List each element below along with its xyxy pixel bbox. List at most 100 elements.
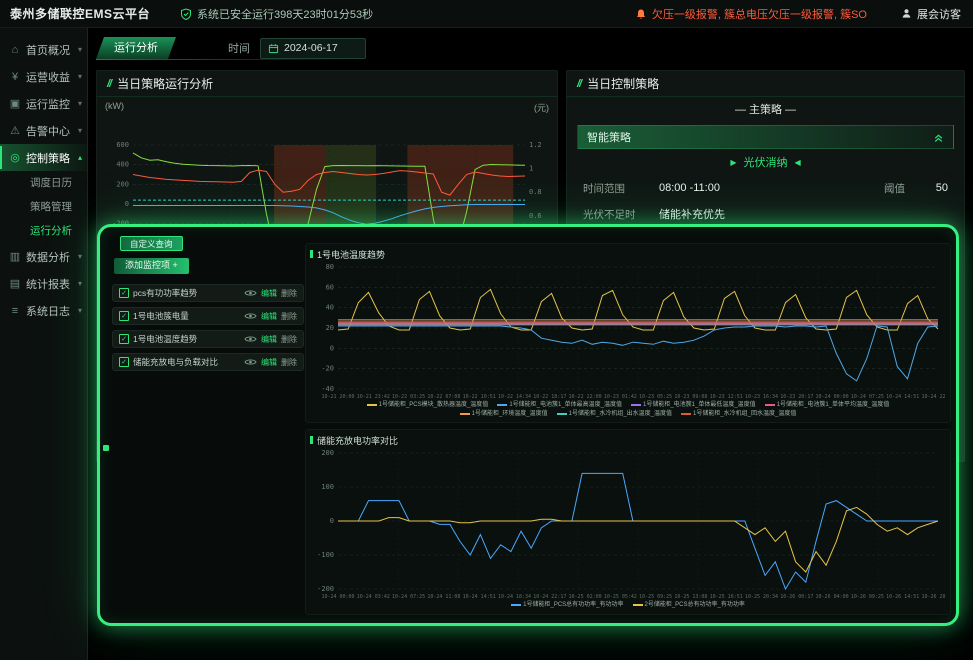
svg-text:10-24 11:08: 10-24 11:08 bbox=[427, 594, 460, 600]
data-icon: ▥ bbox=[9, 250, 21, 263]
svg-text:10-24 14:51: 10-24 14:51 bbox=[463, 594, 496, 600]
temperature-chart-card: 1号电池温度趋势 806040200-20-4010-21 20:0010-21… bbox=[305, 243, 951, 423]
check-icon[interactable]: ✓ bbox=[119, 357, 129, 367]
svg-text:200: 200 bbox=[116, 180, 129, 188]
chart-legend: 1号储能柜_PCS模块_散热器温度_温度值 1号储能柜_电池簇1_单体最高温度_温… bbox=[363, 401, 893, 418]
legend-item[interactable]: 1号储能柜_电池簇1_单体最低温度_温度值 bbox=[631, 401, 756, 409]
sidebar-item-revenue[interactable]: ¥ 运营收益 ▾ bbox=[0, 63, 87, 90]
chart-title-text: 1号电池温度趋势 bbox=[317, 248, 385, 261]
row-label2: 阈值 bbox=[884, 181, 922, 196]
delete-link[interactable]: 删除 bbox=[281, 357, 297, 368]
eye-icon[interactable] bbox=[244, 335, 257, 343]
delete-link[interactable]: 删除 bbox=[281, 311, 297, 322]
legend-marker bbox=[460, 413, 470, 415]
add-monitor-button[interactable]: 添加监控项 + bbox=[114, 258, 189, 274]
svg-text:10-26 14:51: 10-26 14:51 bbox=[886, 594, 919, 600]
edit-link[interactable]: 编辑 bbox=[261, 334, 277, 345]
svg-text:10-23 12:51: 10-23 12:51 bbox=[710, 394, 743, 400]
svg-text:20: 20 bbox=[326, 324, 334, 332]
legend-item[interactable]: 1号储能柜_水冷机组_出水温度_温度值 bbox=[557, 410, 672, 418]
sidebar-subitem-run-analysis[interactable]: 运行分析 bbox=[0, 219, 87, 243]
monitor-item-row[interactable]: ✓ pcs有功功率趋势 编辑 删除 bbox=[112, 284, 304, 302]
legend-marker bbox=[511, 604, 521, 606]
custom-query-dialog: 自定义查询 添加监控项 + ✓ pcs有功功率趋势 编辑 删除 ✓ 1号电池簇电… bbox=[97, 224, 959, 626]
sidebar-item-label: 首页概况 bbox=[26, 42, 70, 58]
row-label: 时间范围 bbox=[583, 181, 659, 196]
legend-item[interactable]: 1号储能柜_电池簇1_单体平均温度_温度值 bbox=[765, 401, 890, 409]
eye-icon[interactable] bbox=[244, 289, 257, 297]
strategy-mode: ▶ 光伏消纳 ◀ bbox=[567, 149, 964, 175]
delete-link[interactable]: 删除 bbox=[281, 334, 297, 345]
panel-title: 当日控制策略 bbox=[587, 75, 659, 92]
strategy-mode-label: 光伏消纳 bbox=[744, 154, 788, 170]
eye-icon[interactable] bbox=[244, 358, 257, 366]
legend-marker bbox=[633, 604, 643, 606]
smart-strategy-header[interactable]: 智能策略 bbox=[577, 125, 954, 149]
check-icon[interactable]: ✓ bbox=[119, 334, 129, 344]
sidebar-item-data-analysis[interactable]: ▥ 数据分析 ▾ bbox=[0, 243, 87, 270]
svg-text:40: 40 bbox=[326, 304, 334, 312]
sidebar-item-reports[interactable]: ▤ 统计报表 ▾ bbox=[0, 270, 87, 297]
svg-text:10-25 05:42: 10-25 05:42 bbox=[604, 594, 637, 600]
check-icon[interactable]: ✓ bbox=[119, 311, 129, 321]
sidebar-item-home[interactable]: ⌂ 首页概况 ▾ bbox=[0, 36, 87, 63]
sidebar-item-monitoring[interactable]: ▣ 运行监控 ▾ bbox=[0, 90, 87, 117]
edit-link[interactable]: 编辑 bbox=[261, 311, 277, 322]
legend-item[interactable]: 1号储能柜_PCS模块_散热器温度_温度值 bbox=[367, 401, 489, 409]
tab-run-analysis[interactable]: 运行分析 bbox=[96, 37, 176, 59]
sidebar-item-label: 告警中心 bbox=[26, 123, 70, 139]
legend-marker bbox=[497, 404, 507, 406]
sidebar-subitem-dispatch-calendar[interactable]: 调度日历 bbox=[0, 171, 87, 195]
user-menu[interactable]: 展会访客 bbox=[901, 6, 961, 22]
app-title: 泰州多储联控EMS云平台 bbox=[10, 5, 150, 22]
sidebar-item-system-log[interactable]: ≡ 系统日志 ▾ bbox=[0, 297, 87, 324]
svg-text:10-24 18:34: 10-24 18:34 bbox=[498, 594, 531, 600]
svg-text:10-22 22:00: 10-22 22:00 bbox=[569, 394, 602, 400]
svg-text:10-26 09:25: 10-26 09:25 bbox=[851, 594, 884, 600]
legend-item[interactable]: 1号储能柜_电池簇1_单体最高温度_温度值 bbox=[497, 401, 622, 409]
control-strategy-submenu: 调度日历 策略管理 运行分析 bbox=[0, 171, 87, 243]
legend-item[interactable]: 1号储能柜_PCS总有功功率_有功功率 bbox=[511, 601, 623, 609]
alarm-ticker[interactable]: 欠压一级报警, 簇总电压欠压一级报警, 簇SO bbox=[635, 6, 867, 22]
custom-query-button[interactable]: 自定义查询 bbox=[120, 236, 183, 251]
edit-link[interactable]: 编辑 bbox=[261, 288, 277, 299]
svg-text:0: 0 bbox=[330, 344, 334, 352]
legend-marker bbox=[681, 413, 691, 415]
svg-text:400: 400 bbox=[116, 161, 129, 169]
user-label: 展会访客 bbox=[917, 6, 961, 22]
sidebar-subitem-strategy-management[interactable]: 策略管理 bbox=[0, 195, 87, 219]
shield-icon bbox=[180, 8, 192, 20]
check-icon[interactable]: ✓ bbox=[119, 288, 129, 298]
sidebar-item-control-strategy[interactable]: ◎ 控制策略 ▴ bbox=[0, 144, 87, 171]
svg-text:10-24 22:28: 10-24 22:28 bbox=[921, 394, 946, 400]
power-comparison-chart: 2001000-100-20010-24 00:0010-24 03:4210-… bbox=[310, 447, 946, 611]
legend-item[interactable]: 1号储能柜_环境温度_温度值 bbox=[460, 410, 548, 418]
date-picker[interactable]: 2024-06-17 bbox=[260, 38, 366, 59]
monitor-item-name: 1号电池温度趋势 bbox=[133, 333, 240, 345]
svg-text:10-25 02:00: 10-25 02:00 bbox=[569, 594, 602, 600]
eye-icon[interactable] bbox=[244, 312, 257, 320]
monitor-item-row[interactable]: ✓ 储能充放电与负载对比 编辑 删除 bbox=[112, 353, 304, 371]
panel-handle[interactable] bbox=[103, 445, 109, 451]
svg-text:10-23 01:42: 10-23 01:42 bbox=[604, 394, 637, 400]
sidebar-item-alarm-center[interactable]: ⚠ 告警中心 ▾ bbox=[0, 117, 87, 144]
monitor-item-row[interactable]: ✓ 1号电池簇电量 编辑 删除 bbox=[112, 307, 304, 325]
svg-text:-200: -200 bbox=[317, 585, 334, 593]
svg-text:10-22 10:51: 10-22 10:51 bbox=[463, 394, 496, 400]
legend-item[interactable]: 1号储能柜_水冷机组_回水温度_温度值 bbox=[681, 410, 796, 418]
svg-text:10-23 09:08: 10-23 09:08 bbox=[674, 394, 707, 400]
monitor-item-list: ✓ pcs有功功率趋势 编辑 删除 ✓ 1号电池簇电量 编辑 删除 bbox=[112, 284, 304, 376]
svg-text:1.2: 1.2 bbox=[529, 141, 542, 149]
axis-units: (kW) (元) bbox=[105, 101, 549, 114]
svg-text:100: 100 bbox=[321, 483, 334, 491]
delete-link[interactable]: 删除 bbox=[281, 288, 297, 299]
svg-text:10-23 16:34: 10-23 16:34 bbox=[745, 394, 778, 400]
chart-legend: 1号储能柜_PCS总有功功率_有功功率 2号储能柜_PCS总有功功率_有功功率 bbox=[363, 601, 893, 609]
svg-text:0: 0 bbox=[125, 200, 129, 208]
monitor-item-row[interactable]: ✓ 1号电池温度趋势 编辑 删除 bbox=[112, 330, 304, 348]
strategy-row: 时间范围 08:00 -11:00 阈值 50 bbox=[567, 175, 964, 201]
user-icon bbox=[901, 8, 912, 19]
edit-link[interactable]: 编辑 bbox=[261, 357, 277, 368]
collapse-up-icon[interactable] bbox=[933, 132, 944, 143]
legend-item[interactable]: 2号储能柜_PCS总有功功率_有功功率 bbox=[633, 601, 745, 609]
